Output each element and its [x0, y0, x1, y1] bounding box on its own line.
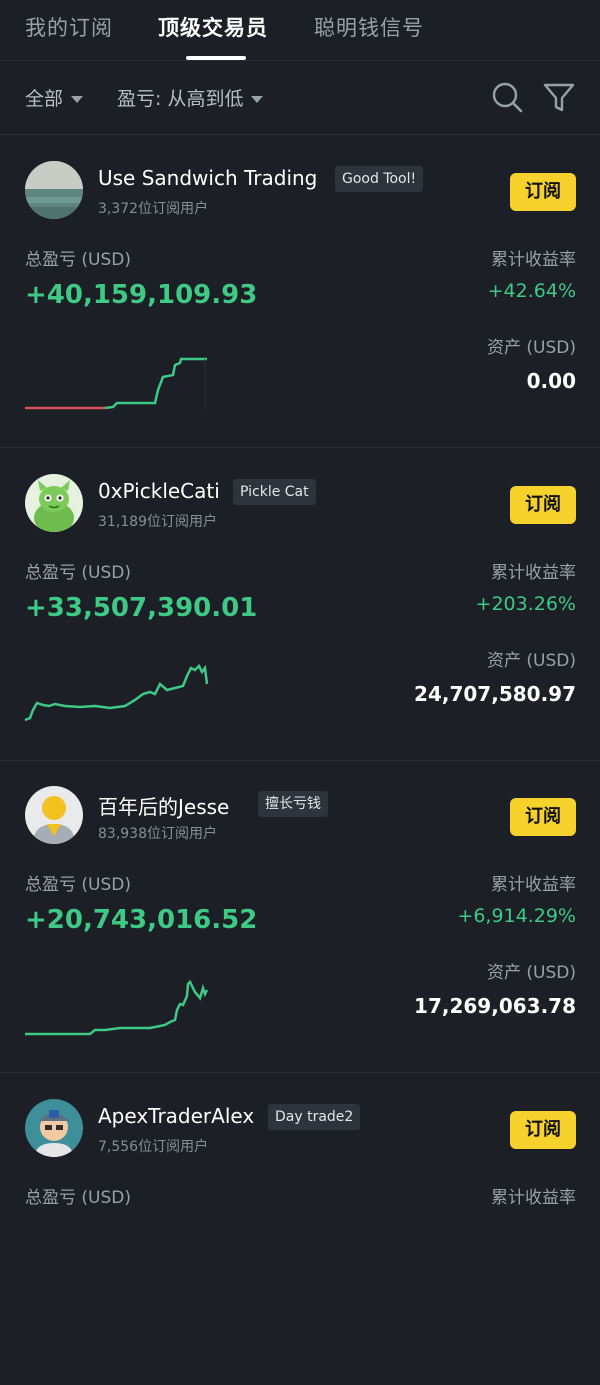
subscribe-button[interactable]: 订阅: [510, 1111, 576, 1149]
trader-card[interactable]: ApexTraderAlex Day trade2 7,556位订阅用户 订阅 …: [0, 1073, 600, 1385]
trader-tag: Pickle Cat: [233, 479, 316, 505]
assets-value: 24,707,580.97: [414, 682, 576, 706]
pnl-sparkline: [24, 663, 209, 722]
divider: [0, 60, 600, 61]
category-filter[interactable]: 全部: [25, 84, 84, 111]
green-cat-avatar-icon: [25, 474, 83, 532]
tab-top-traders[interactable]: 顶级交易员: [158, 12, 268, 42]
cumulative-return-label: 累计收益率: [491, 1188, 576, 1208]
trader-tag: 擅长亏钱: [258, 791, 328, 817]
subscribe-button[interactable]: 订阅: [510, 173, 576, 211]
trader-name[interactable]: Use Sandwich Trading: [98, 166, 317, 190]
chevron-down-icon: [71, 96, 84, 103]
cumulative-return-label: 累计收益率: [491, 563, 576, 583]
pnl-sparkline: [25, 979, 209, 1036]
avatar[interactable]: [25, 474, 83, 532]
chevron-down-icon: [251, 96, 264, 103]
subscriber-count: 83,938位订阅用户: [98, 826, 217, 842]
subscribe-button[interactable]: 订阅: [510, 798, 576, 836]
avatar[interactable]: [25, 786, 83, 844]
sort-filter-label: 盈亏: 从高到低: [117, 88, 244, 110]
sort-filter[interactable]: 盈亏: 从高到低: [117, 84, 264, 111]
total-pnl-value: +40,159,109.93: [25, 280, 258, 310]
trader-tag: Day trade2: [268, 1104, 361, 1130]
filter-bar: 全部 盈亏: 从高到低: [0, 62, 600, 134]
trader-name[interactable]: 百年后的Jesse: [98, 791, 229, 820]
trader-card[interactable]: 0xPickleCati Pickle Cat 31,189位订阅用户 订阅 总…: [0, 448, 600, 760]
trader-name[interactable]: ApexTraderAlex: [98, 1104, 254, 1128]
total-pnl-value: +20,743,016.52: [25, 905, 258, 935]
pnl-sparkline: [25, 357, 207, 410]
top-tab-bar: 我的订阅 顶级交易员 聪明钱信号: [0, 0, 600, 60]
subscriber-count: 7,556位订阅用户: [98, 1139, 209, 1155]
cumulative-return-label: 累计收益率: [491, 875, 576, 895]
tab-smart-money-signals[interactable]: 聪明钱信号: [314, 12, 424, 42]
cartoon-man-avatar-icon: [25, 1099, 83, 1157]
subscribe-button[interactable]: 订阅: [510, 486, 576, 524]
assets-label: 资产 (USD): [487, 338, 576, 358]
total-pnl-value: +33,507,390.01: [25, 593, 258, 623]
cumulative-return-value: +42.64%: [487, 280, 576, 302]
cumulative-return-value: +203.26%: [475, 593, 576, 615]
ocean-photo-avatar-icon: [25, 161, 83, 219]
total-pnl-label: 总盈亏 (USD): [25, 563, 131, 583]
trader-tag: Good Tool!: [335, 166, 424, 192]
assets-label: 资产 (USD): [487, 963, 576, 983]
assets-label: 资产 (USD): [487, 651, 576, 671]
default-user-avatar-icon: [25, 786, 83, 844]
avatar[interactable]: [25, 1099, 83, 1157]
total-pnl-label: 总盈亏 (USD): [25, 1188, 131, 1208]
assets-value: 0.00: [526, 369, 576, 393]
subscriber-count: 3,372位订阅用户: [98, 201, 209, 217]
trader-name[interactable]: 0xPickleCati: [98, 479, 220, 503]
tab-my-subscriptions[interactable]: 我的订阅: [25, 12, 113, 42]
subscriber-count: 31,189位订阅用户: [98, 514, 217, 530]
total-pnl-label: 总盈亏 (USD): [25, 875, 131, 895]
trader-card[interactable]: Use Sandwich Trading Good Tool! 3,372位订阅…: [0, 135, 600, 447]
category-filter-label: 全部: [25, 88, 64, 110]
cumulative-return-value: +6,914.29%: [457, 905, 576, 927]
filter-icon[interactable]: [542, 80, 576, 114]
total-pnl-label: 总盈亏 (USD): [25, 250, 131, 270]
assets-value: 17,269,063.78: [414, 994, 576, 1018]
search-icon[interactable]: [490, 80, 524, 114]
avatar[interactable]: [25, 161, 83, 219]
cumulative-return-label: 累计收益率: [491, 250, 576, 270]
trader-card[interactable]: 百年后的Jesse 擅长亏钱 83,938位订阅用户 订阅 总盈亏 (USD) …: [0, 760, 600, 1072]
